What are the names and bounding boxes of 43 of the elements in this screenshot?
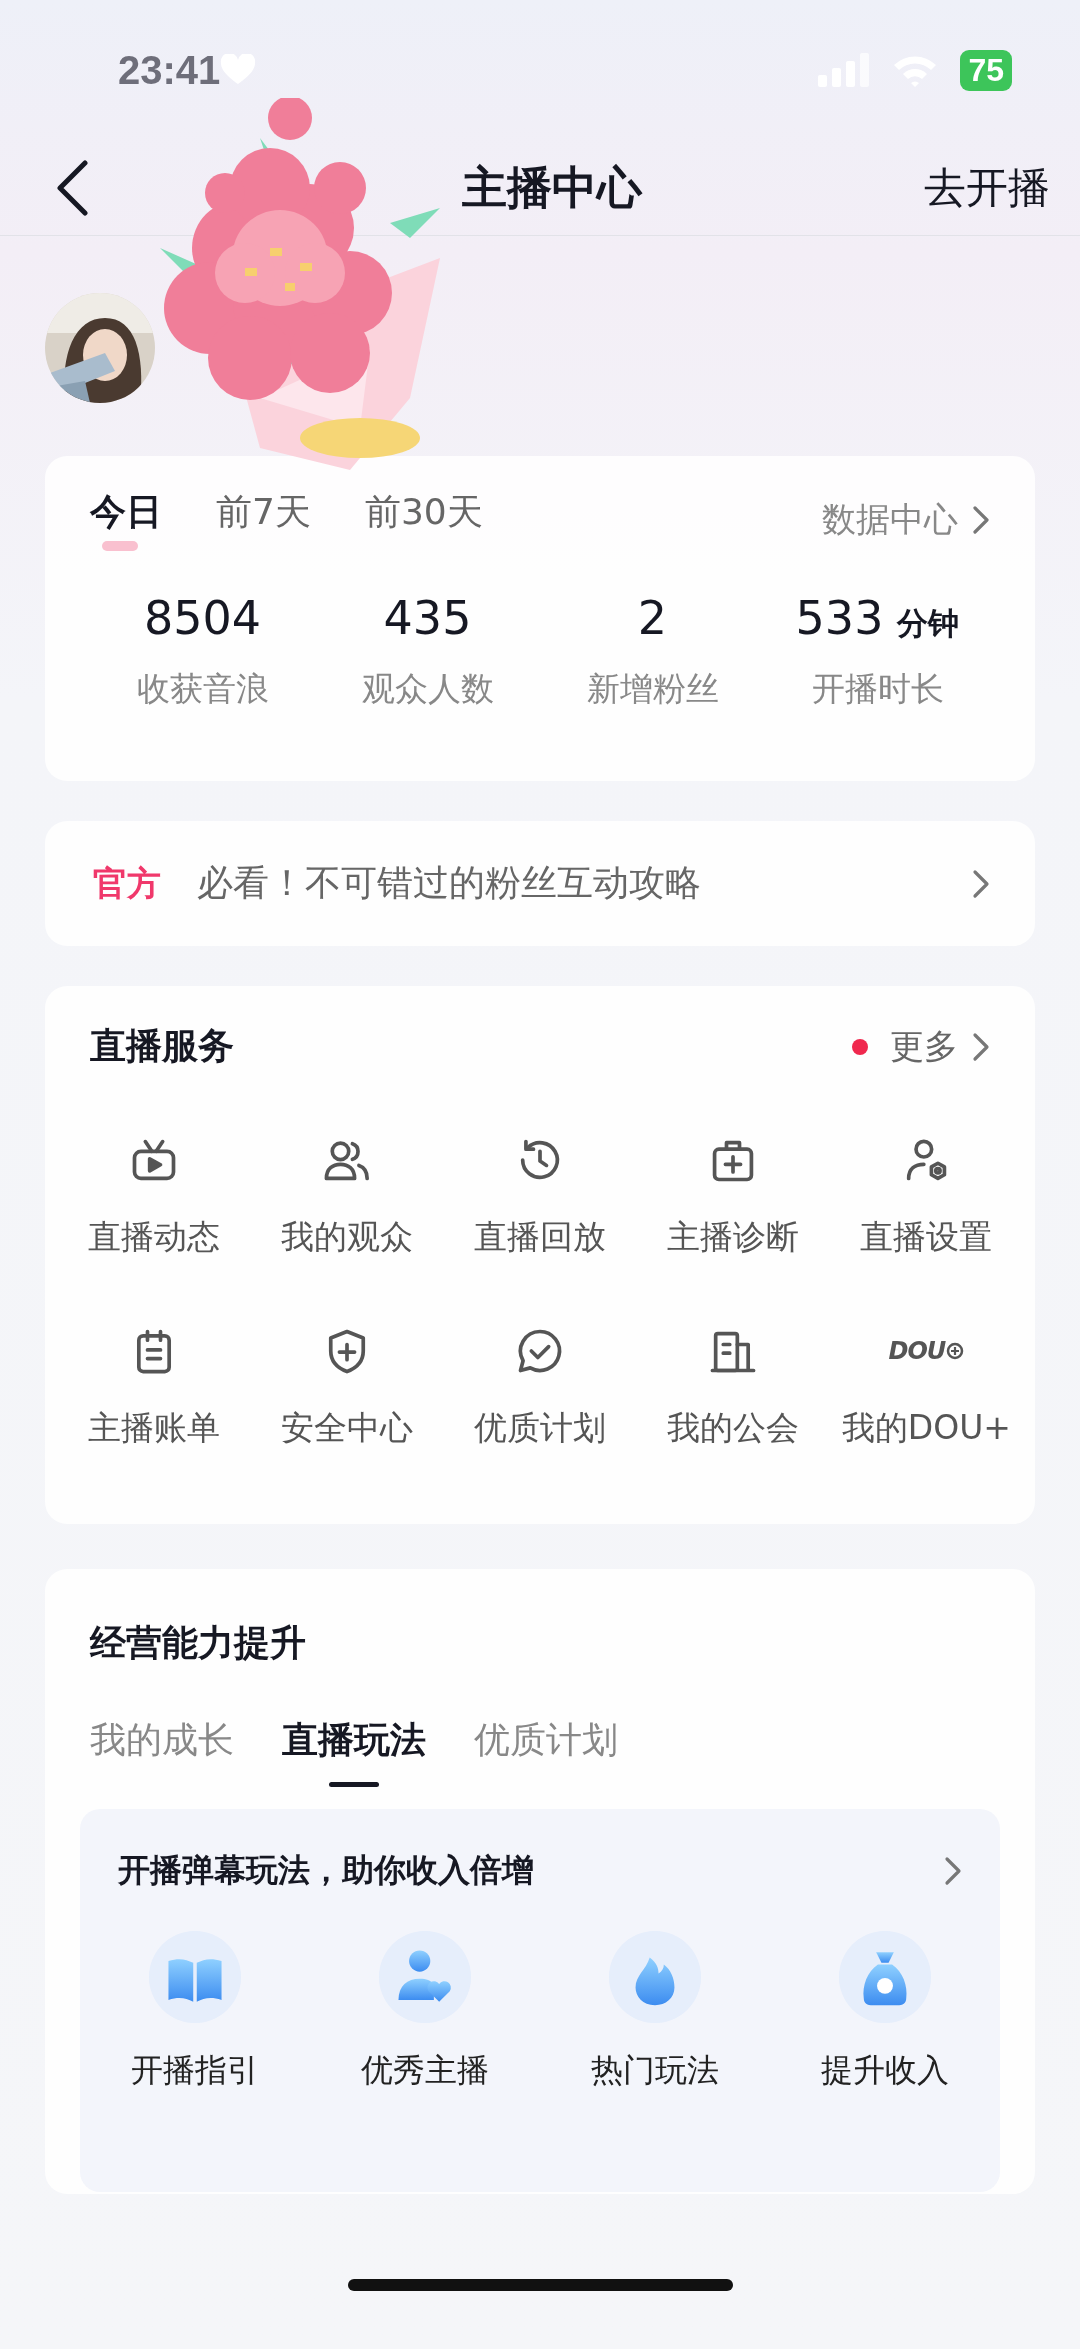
go-live-button[interactable]: 去开播 xyxy=(924,159,1050,216)
period-tab[interactable]: 前7天 xyxy=(216,488,311,551)
status-time: 23:41 xyxy=(118,47,221,93)
section-title: 直播服务 xyxy=(90,1024,235,1068)
chevron-right-icon xyxy=(972,868,990,899)
notice-text[interactable]: 必看！不可错过的粉丝互动攻略 xyxy=(197,859,972,908)
service-item[interactable]: 直播动态 xyxy=(57,1131,251,1260)
official-tag: 官方 xyxy=(93,860,161,907)
service-item[interactable]: 我的公会 xyxy=(636,1322,830,1451)
service-item[interactable]: 直播回放 xyxy=(443,1131,637,1260)
service-item[interactable]: 我的观众 xyxy=(250,1131,444,1260)
stat-label: 观众人数 xyxy=(361,668,494,710)
back-icon[interactable] xyxy=(55,159,89,216)
stat-label: 开播时长 xyxy=(811,668,944,710)
service-item[interactable]: 优质计划 xyxy=(443,1322,637,1451)
stat-label: 收获音浪 xyxy=(136,668,269,710)
period-tab[interactable]: 今日 xyxy=(90,488,162,551)
chevron-right-icon xyxy=(944,1856,962,1886)
chevron-right-icon xyxy=(972,504,990,535)
stat-value: 533 分钟 xyxy=(795,591,960,645)
feature-item[interactable]: 热门玩法 xyxy=(540,1931,770,2093)
more-link[interactable]: 更多 xyxy=(890,1023,958,1070)
service-item[interactable]: DOU 我的DOU+ xyxy=(829,1322,1023,1451)
stat-label: 新增粉丝 xyxy=(586,668,719,710)
chevron-right-icon xyxy=(972,1031,990,1062)
service-item[interactable]: 主播诊断 xyxy=(636,1131,830,1260)
battery-indicator: 75 xyxy=(960,49,1012,91)
feature-item[interactable]: 优秀主播 xyxy=(310,1931,540,2093)
growth-tab[interactable]: 直播玩法 xyxy=(282,1716,426,1787)
growth-tab[interactable]: 我的成长 xyxy=(90,1716,234,1787)
feature-item[interactable]: 开播指引 xyxy=(80,1931,310,2093)
stat-value: 435 xyxy=(383,591,472,645)
stat-value: 8504 xyxy=(143,591,262,645)
period-tab[interactable]: 前30天 xyxy=(364,488,483,551)
feature-item[interactable]: 提升收入 xyxy=(770,1931,1000,2093)
section-title: 经营能力提升 xyxy=(88,1621,307,1665)
service-item[interactable]: 主播账单 xyxy=(57,1322,251,1451)
page-title: 主播中心 xyxy=(460,159,644,216)
growth-tab[interactable]: 优质计划 xyxy=(474,1716,618,1787)
panel-title[interactable]: 开播弹幕玩法，助你收入倍增 xyxy=(118,1849,944,1893)
stat-value: 2 xyxy=(637,591,668,645)
service-item[interactable]: 直播设置 xyxy=(829,1131,1023,1260)
service-item[interactable]: 安全中心 xyxy=(250,1322,444,1451)
